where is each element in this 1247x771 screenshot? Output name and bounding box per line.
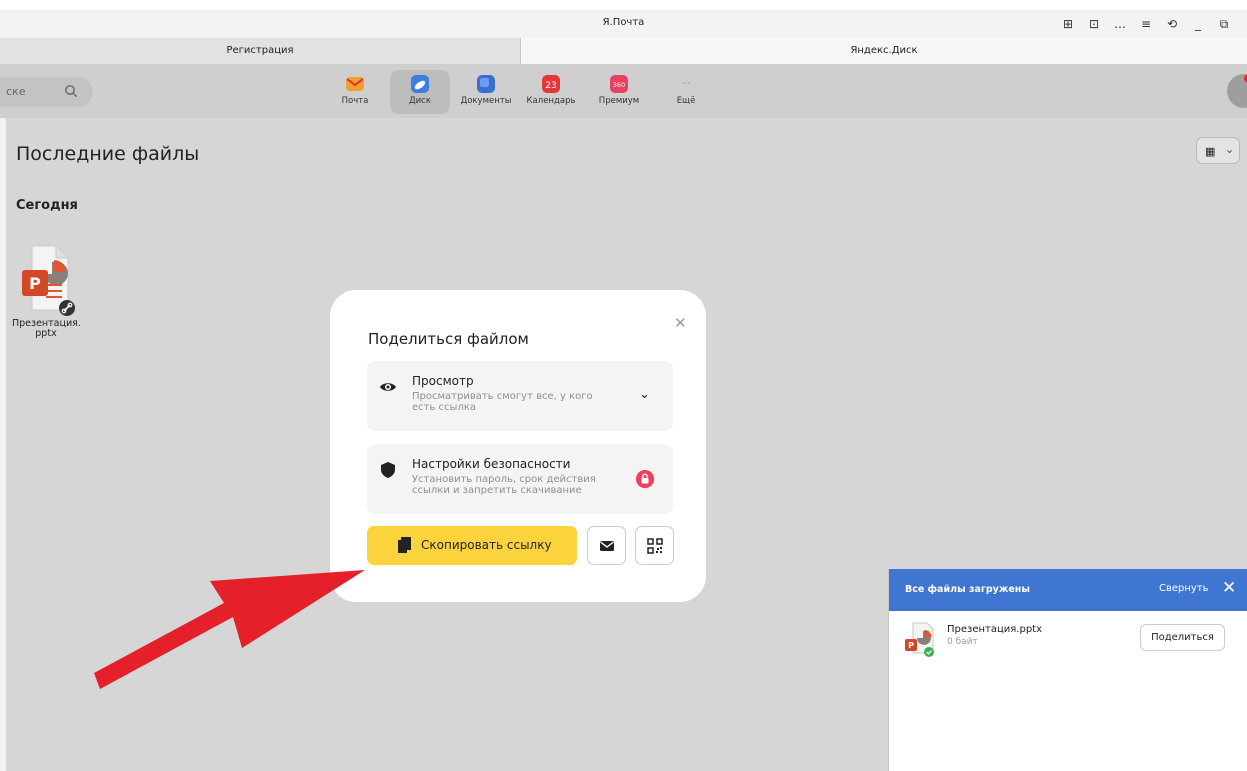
service-premium[interactable]: 360 Премиум xyxy=(589,70,649,114)
service-docs[interactable]: Документы xyxy=(456,70,516,114)
file-name: Презентация. pptx xyxy=(12,318,81,339)
service-mail-label: Почта xyxy=(341,96,369,106)
tab-registration[interactable]: Регистрация xyxy=(0,38,521,64)
minimize-icon[interactable]: _ xyxy=(1185,14,1211,34)
chevron-down-icon: ⌄ xyxy=(1225,143,1235,156)
pptx-file-icon: P xyxy=(905,622,934,657)
protect-icon[interactable]: ⊡ xyxy=(1081,14,1107,34)
disk-icon xyxy=(411,75,429,93)
qr-code-button[interactable] xyxy=(635,526,674,565)
extensions-icon[interactable]: ⊞ xyxy=(1055,14,1081,34)
page-title: Последние файлы xyxy=(16,143,200,165)
chevron-down-icon: ⌄ xyxy=(639,387,650,402)
access-level-select[interactable]: Просмотр Просматривать смогут все, у ког… xyxy=(367,361,673,431)
service-calendar-label: Календарь xyxy=(526,96,576,106)
share-button[interactable]: Поделиться xyxy=(1140,624,1225,651)
app-window: Я.Почта ⊞ ⊡ … ≡ ⟲ _ ⧉ Регистрация Яндекс… xyxy=(0,0,1247,771)
svg-text:···: ··· xyxy=(682,79,691,89)
search-icon[interactable] xyxy=(64,84,78,98)
premium-icon: 360 xyxy=(610,75,628,93)
upload-status-title: Все файлы загружены xyxy=(905,584,1030,595)
share-button-label: Поделиться xyxy=(1151,632,1214,643)
upload-panel: Все файлы загружены Свернуть ✕ P Презент… xyxy=(888,569,1247,771)
restore-icon[interactable]: ⧉ xyxy=(1211,14,1237,34)
service-calendar[interactable]: 23 Календарь xyxy=(521,70,581,114)
collapse-button[interactable]: Свернуть xyxy=(1159,583,1209,594)
service-disk-label: Диск xyxy=(409,96,431,106)
avatar[interactable] xyxy=(1227,74,1247,108)
eye-icon xyxy=(380,383,396,391)
svg-text:23: 23 xyxy=(545,81,556,91)
tab-yandex-disk[interactable]: Яндекс.Диск xyxy=(521,38,1247,64)
service-premium-label: Премиум xyxy=(598,96,640,106)
title-bar: Я.Почта ⊞ ⊡ … ≡ ⟲ _ ⧉ xyxy=(0,10,1247,38)
service-mail[interactable]: Почта xyxy=(325,70,385,114)
service-disk[interactable]: Диск xyxy=(390,70,450,114)
more-icon: ··· xyxy=(682,79,691,89)
svg-text:360: 360 xyxy=(613,81,625,89)
tab-strip: Регистрация Яндекс.Диск xyxy=(0,38,1247,64)
share-dialog: ✕ Поделиться файлом Просмотр Просматрива… xyxy=(330,290,706,602)
access-title: Просмотр xyxy=(412,374,474,388)
pptx-file-icon: P xyxy=(22,245,75,316)
qr-code-icon xyxy=(647,538,663,554)
shield-icon xyxy=(381,462,395,478)
svg-text:P: P xyxy=(908,641,914,650)
window-controls: ⊞ ⊡ … ≡ ⟲ _ ⧉ xyxy=(1055,14,1237,34)
service-more[interactable]: ··· Ещё xyxy=(656,70,716,114)
copy-icon xyxy=(398,537,411,553)
close-icon[interactable]: ✕ xyxy=(674,314,687,332)
file-item[interactable]: P Презентация. pptx xyxy=(12,240,81,339)
section-today: Сегодня xyxy=(16,198,78,213)
history-icon[interactable]: ⟲ xyxy=(1159,14,1185,34)
envelope-icon xyxy=(600,541,614,551)
upload-panel-header: Все файлы загружены Свернуть ✕ xyxy=(889,569,1247,611)
upload-file-size: 0 байт xyxy=(947,637,978,647)
lock-icon xyxy=(636,470,654,488)
more-icon[interactable]: … xyxy=(1107,14,1133,34)
docs-icon xyxy=(477,75,495,93)
copy-link-label: Скопировать ссылку xyxy=(421,538,552,552)
service-header: ске Почта Диск Документы 23 Календарь 36… xyxy=(0,64,1247,118)
service-docs-label: Документы xyxy=(460,96,512,106)
security-title: Настройки безопасности xyxy=(412,457,571,471)
menu-icon[interactable]: ≡ xyxy=(1133,14,1159,34)
share-by-email-button[interactable] xyxy=(587,526,626,565)
service-more-label: Ещё xyxy=(676,96,696,106)
copy-link-button[interactable]: Скопировать ссылку xyxy=(367,526,577,565)
mail-icon xyxy=(346,77,364,91)
grid-icon: ▦ xyxy=(1205,145,1216,158)
svg-text:P: P xyxy=(29,274,41,293)
dialog-title: Поделиться файлом xyxy=(368,330,529,348)
security-settings[interactable]: Настройки безопасности Установить пароль… xyxy=(367,444,673,514)
search-placeholder: ске xyxy=(6,85,26,98)
close-icon[interactable]: ✕ xyxy=(1222,578,1236,598)
view-mode-button[interactable]: ▦ ⌄ xyxy=(1196,137,1240,164)
upload-file-name: Презентация.pptx xyxy=(947,624,1043,635)
calendar-icon: 23 xyxy=(542,75,560,93)
search-box[interactable]: ске xyxy=(0,77,93,107)
left-edge xyxy=(0,118,6,771)
access-subtitle: Просматривать смогут все, у кого есть сс… xyxy=(412,391,593,413)
security-subtitle: Установить пароль, срок действия ссылки … xyxy=(412,474,596,496)
